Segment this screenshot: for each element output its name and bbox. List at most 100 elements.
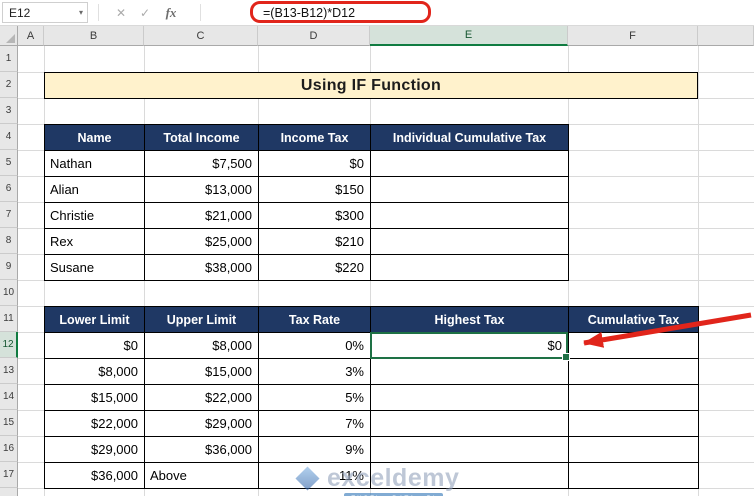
- formula-input[interactable]: =(B13-B12)*D12: [263, 0, 355, 25]
- cell[interactable]: $150: [259, 177, 371, 203]
- row-header[interactable]: 8: [0, 228, 18, 254]
- cell[interactable]: [371, 411, 569, 437]
- cell[interactable]: 9%: [259, 437, 371, 463]
- title-banner-cell[interactable]: Using IF Function: [44, 72, 698, 99]
- income-table-header[interactable]: Total Income: [145, 125, 259, 151]
- cell[interactable]: $8,000: [45, 359, 145, 385]
- income-table-header[interactable]: Name: [45, 125, 145, 151]
- column-header-C[interactable]: C: [144, 26, 258, 46]
- cell[interactable]: $25,000: [145, 229, 259, 255]
- cell[interactable]: Nathan: [45, 151, 145, 177]
- cell[interactable]: [371, 229, 569, 255]
- cell[interactable]: 5%: [259, 385, 371, 411]
- cell[interactable]: $36,000: [145, 437, 259, 463]
- enter-icon[interactable]: ✓: [134, 2, 156, 23]
- tax-table-header[interactable]: Lower Limit: [45, 307, 145, 333]
- income-table: Name Total Income Income Tax Individual …: [44, 124, 569, 281]
- row-header[interactable]: 5: [0, 150, 18, 176]
- cell[interactable]: [371, 203, 569, 229]
- row-header[interactable]: 15: [0, 410, 18, 436]
- cell[interactable]: 11%: [259, 463, 371, 489]
- cell[interactable]: 7%: [259, 411, 371, 437]
- column-header-partial[interactable]: [698, 26, 754, 46]
- cell[interactable]: [569, 385, 699, 411]
- cell[interactable]: $36,000: [45, 463, 145, 489]
- row-header[interactable]: 17: [0, 462, 18, 488]
- column-header-E[interactable]: E: [370, 26, 568, 46]
- row-header[interactable]: 2: [0, 72, 18, 98]
- formula-bar-divider: [98, 4, 99, 21]
- cell[interactable]: [569, 437, 699, 463]
- cell[interactable]: [371, 385, 569, 411]
- cell[interactable]: $0: [45, 333, 145, 359]
- cell[interactable]: $38,000: [145, 255, 259, 281]
- cell[interactable]: [569, 359, 699, 385]
- cell[interactable]: $13,000: [145, 177, 259, 203]
- cell[interactable]: [371, 255, 569, 281]
- formula-bar-divider: [200, 4, 201, 21]
- cell[interactable]: $15,000: [145, 359, 259, 385]
- row-header[interactable]: 1: [0, 46, 18, 72]
- cell[interactable]: $0: [259, 151, 371, 177]
- selected-cell-e12[interactable]: $0: [371, 333, 569, 359]
- cell[interactable]: Susane: [45, 255, 145, 281]
- cancel-icon[interactable]: ✕: [110, 2, 132, 23]
- cell[interactable]: $29,000: [145, 411, 259, 437]
- name-box-dropdown-icon[interactable]: ▾: [79, 8, 87, 17]
- excel-window: E12 ▾ ✕ ✓ fx =(B13-B12)*D12 A B C D E F …: [0, 0, 754, 496]
- tax-table-header[interactable]: Upper Limit: [145, 307, 259, 333]
- cell[interactable]: [569, 333, 699, 359]
- row-header[interactable]: 3: [0, 98, 18, 124]
- row-header-selected[interactable]: 12: [0, 332, 18, 358]
- cell[interactable]: 3%: [259, 359, 371, 385]
- tax-table-header[interactable]: Tax Rate: [259, 307, 371, 333]
- cell[interactable]: [569, 463, 699, 489]
- cell[interactable]: $8,000: [145, 333, 259, 359]
- cell[interactable]: $300: [259, 203, 371, 229]
- row-header[interactable]: 9: [0, 254, 18, 280]
- row-header[interactable]: 7: [0, 202, 18, 228]
- cell[interactable]: $22,000: [145, 385, 259, 411]
- cell[interactable]: 0%: [259, 333, 371, 359]
- column-header-B[interactable]: B: [44, 26, 144, 46]
- row-header[interactable]: 13: [0, 358, 18, 384]
- cell[interactable]: $210: [259, 229, 371, 255]
- row-header[interactable]: 14: [0, 384, 18, 410]
- column-header-F[interactable]: F: [568, 26, 698, 46]
- tax-table-header[interactable]: Cumulative Tax: [569, 307, 699, 333]
- tax-table: Lower Limit Upper Limit Tax Rate Highest…: [44, 306, 699, 489]
- cell[interactable]: $22,000: [45, 411, 145, 437]
- cell[interactable]: [371, 463, 569, 489]
- cell[interactable]: [371, 437, 569, 463]
- income-table-header[interactable]: Individual Cumulative Tax: [371, 125, 569, 151]
- row-header[interactable]: 11: [0, 306, 18, 332]
- cell[interactable]: $7,500: [145, 151, 259, 177]
- cell[interactable]: $29,000: [45, 437, 145, 463]
- cell[interactable]: [371, 151, 569, 177]
- income-table-header[interactable]: Income Tax: [259, 125, 371, 151]
- select-all-triangle-icon: [6, 34, 15, 43]
- worksheet: A B C D E F 1 2 3 4 5 6 7 8 9 10 11 12 1…: [0, 26, 754, 496]
- cell[interactable]: $220: [259, 255, 371, 281]
- fill-handle[interactable]: [562, 353, 570, 361]
- tax-table-header[interactable]: Highest Tax: [371, 307, 569, 333]
- column-header-A[interactable]: A: [18, 26, 44, 46]
- cell[interactable]: [371, 359, 569, 385]
- row-header[interactable]: 6: [0, 176, 18, 202]
- cell[interactable]: Rex: [45, 229, 145, 255]
- row-header-partial[interactable]: [0, 488, 18, 496]
- cell[interactable]: Alian: [45, 177, 145, 203]
- cell[interactable]: $15,000: [45, 385, 145, 411]
- column-header-D[interactable]: D: [258, 26, 370, 46]
- cell[interactable]: [371, 177, 569, 203]
- cell[interactable]: [569, 411, 699, 437]
- cell[interactable]: Above: [145, 463, 259, 489]
- cell[interactable]: $21,000: [145, 203, 259, 229]
- row-header[interactable]: 10: [0, 280, 18, 306]
- select-all-button[interactable]: [0, 26, 18, 46]
- row-header[interactable]: 16: [0, 436, 18, 462]
- name-box[interactable]: E12 ▾: [2, 2, 88, 23]
- insert-function-icon[interactable]: fx: [160, 2, 182, 23]
- row-header[interactable]: 4: [0, 124, 18, 150]
- cell[interactable]: Christie: [45, 203, 145, 229]
